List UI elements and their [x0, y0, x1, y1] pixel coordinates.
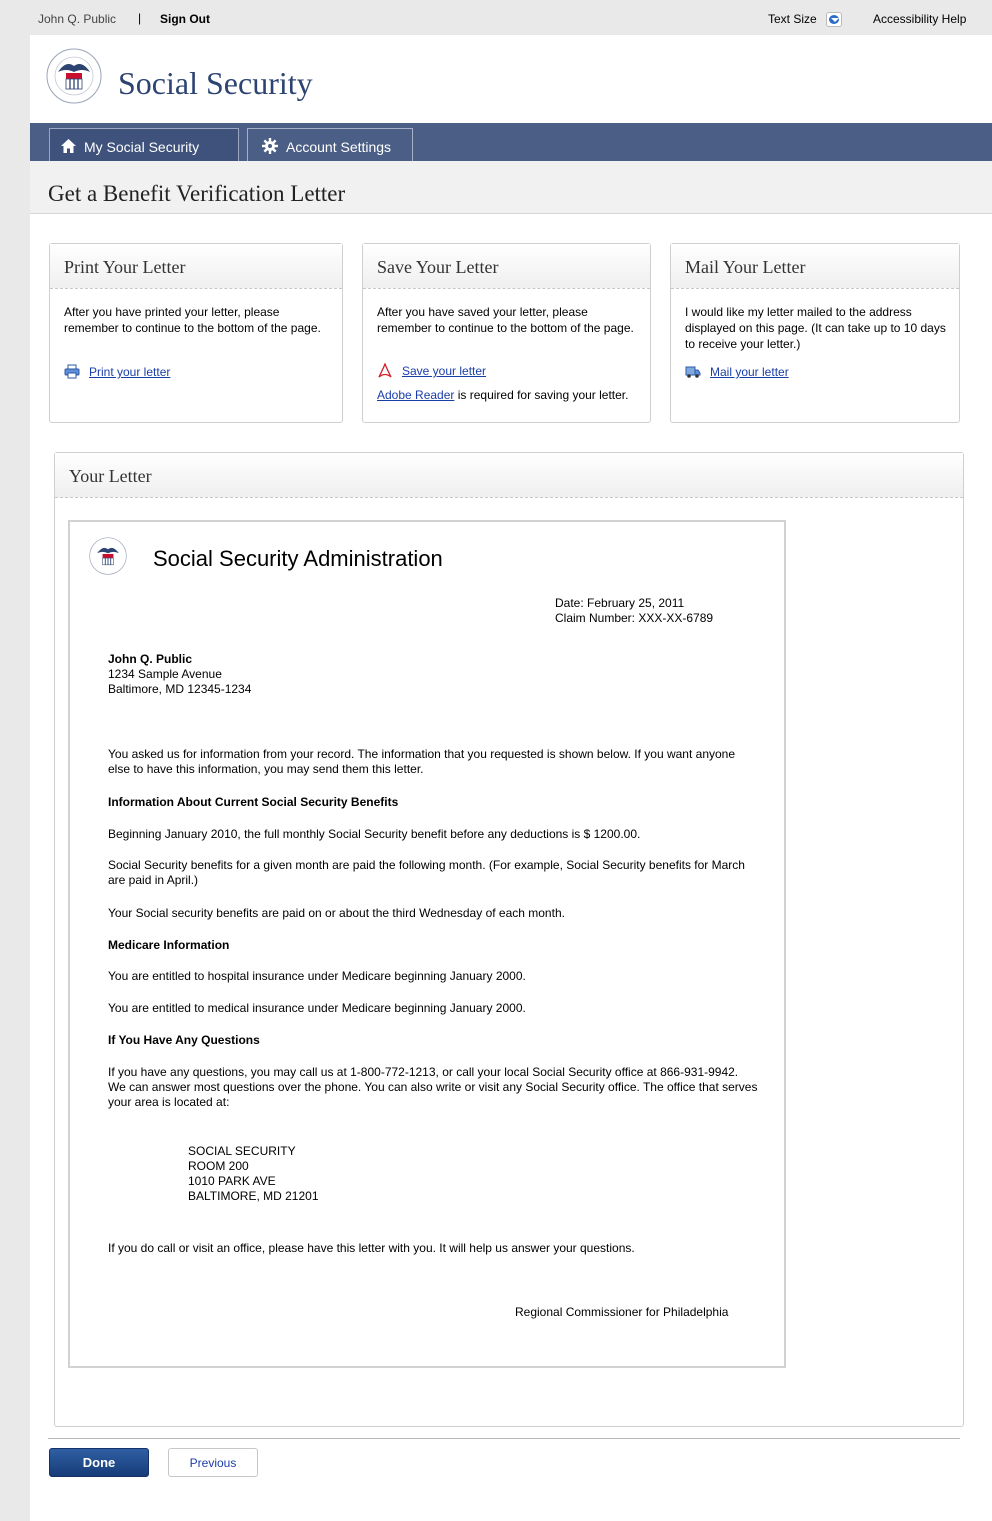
recipient-address: John Q. Public 1234 Sample Avenue Baltim…: [108, 652, 251, 697]
print-letter-card: Print Your Letter After you have printed…: [49, 243, 343, 423]
letter-org-name: Social Security Administration: [153, 546, 443, 571]
letter-intro: You asked us for information from your r…: [108, 747, 736, 776]
office-line: SOCIAL SECURITY: [188, 1144, 296, 1158]
card-title: Mail Your Letter: [685, 257, 806, 277]
claim-number: Claim Number: XXX-XX-6789: [555, 611, 714, 625]
print-link-row: Print your letter: [64, 364, 264, 380]
save-letter-link[interactable]: Save your letter: [402, 364, 486, 378]
card-body: After you have printed your letter, plea…: [64, 305, 321, 335]
medicare-hospital: You are entitled to hospital insurance u…: [108, 969, 526, 983]
ssa-seal-icon: [46, 48, 102, 104]
brand-title[interactable]: Social Security: [118, 65, 313, 102]
utility-separator: |: [138, 11, 142, 25]
office-line: 1010 PARK AVE: [188, 1174, 276, 1188]
card-title: Save Your Letter: [377, 257, 499, 277]
adobe-reader-link[interactable]: Adobe Reader: [377, 388, 454, 402]
utility-bar: John Q. Public | Sign Out Text Size Acce…: [0, 0, 992, 35]
pdf-icon: [378, 363, 392, 378]
home-icon: [61, 139, 76, 153]
mail-link-row: Mail your letter: [685, 364, 885, 380]
print-letter-link[interactable]: Print your letter: [89, 365, 170, 379]
mail-truck-icon: [685, 366, 701, 378]
page-shell: Social Security My Social Security Accou…: [30, 35, 992, 1521]
ssa-seal-icon: [89, 537, 127, 575]
mail-letter-link[interactable]: Mail your letter: [710, 365, 789, 379]
adobe-note: Adobe Reader is required for saving your…: [377, 388, 628, 402]
mail-letter-card: Mail Your Letter I would like my letter …: [670, 243, 960, 423]
site-header: Social Security: [30, 35, 992, 123]
heading-medicare: Medicare Information: [108, 938, 230, 952]
adobe-note-text: is required for saving your letter.: [454, 388, 629, 402]
page-title-bar: Get a Benefit Verification Letter: [30, 161, 992, 214]
letter-meta: Date: February 25, 2011 Claim Number: XX…: [555, 596, 713, 626]
save-letter-card: Save Your Letter After you have saved yo…: [362, 243, 651, 423]
letter-signature: Regional Commissioner for Philadelphia: [515, 1305, 729, 1319]
sign-out-link[interactable]: Sign Out: [160, 12, 210, 26]
tab-label: Account Settings: [286, 139, 392, 155]
recipient-city: Baltimore, MD 12345-1234: [108, 682, 252, 696]
text-size-link[interactable]: Text Size: [768, 12, 817, 26]
panel-header: Your Letter: [55, 453, 963, 498]
recipient-street: 1234 Sample Avenue: [108, 667, 222, 681]
heading-questions: If You Have Any Questions: [108, 1033, 260, 1047]
card-title: Print Your Letter: [64, 257, 186, 277]
tab-label: My Social Security: [84, 139, 200, 155]
chevron-down-icon[interactable]: [826, 12, 842, 27]
accessibility-help-link[interactable]: Accessibility Help: [873, 12, 966, 26]
card-body: After you have saved your letter, please…: [377, 305, 634, 335]
benefit-timing: Social Security benefits for a given mon…: [108, 858, 745, 887]
main-nav: My Social Security Account Settings: [30, 123, 992, 161]
medicare-medical: You are entitled to medical insurance un…: [108, 1001, 526, 1015]
heading-benefits: Information About Current Social Securit…: [108, 795, 399, 809]
save-link-row: Save your letter: [377, 363, 577, 379]
gear-icon: [262, 138, 278, 154]
done-button[interactable]: Done: [49, 1448, 149, 1477]
recipient-name: John Q. Public: [108, 652, 193, 666]
benefit-letter: Social Security Administration Date: Feb…: [68, 520, 786, 1368]
card-header: Mail Your Letter: [671, 244, 959, 289]
divider: [48, 1438, 960, 1439]
user-name: John Q. Public: [38, 12, 117, 26]
panel-title: Your Letter: [69, 466, 152, 486]
letter-date: Date: February 25, 2011: [555, 596, 685, 610]
card-body: I would like my letter mailed to the add…: [685, 305, 946, 351]
office-line: ROOM 200: [188, 1159, 249, 1173]
benefit-amount: Beginning January 2010, the full monthly…: [108, 827, 641, 841]
tab-my-social-security[interactable]: My Social Security: [49, 128, 239, 161]
tab-account-settings[interactable]: Account Settings: [247, 128, 413, 161]
benefit-day: Your Social security benefits are paid o…: [108, 906, 565, 920]
letter-closing: If you do call or visit an office, pleas…: [108, 1241, 635, 1255]
questions-text: If you have any questions, you may call …: [108, 1065, 758, 1109]
page-title: Get a Benefit Verification Letter: [48, 181, 346, 206]
card-header: Save Your Letter: [363, 244, 650, 289]
office-address: SOCIAL SECURITY ROOM 200 1010 PARK AVE B…: [188, 1144, 319, 1204]
card-header: Print Your Letter: [50, 244, 342, 289]
previous-button[interactable]: Previous: [168, 1448, 258, 1477]
printer-icon: [64, 364, 80, 379]
office-line: BALTIMORE, MD 21201: [188, 1189, 319, 1203]
